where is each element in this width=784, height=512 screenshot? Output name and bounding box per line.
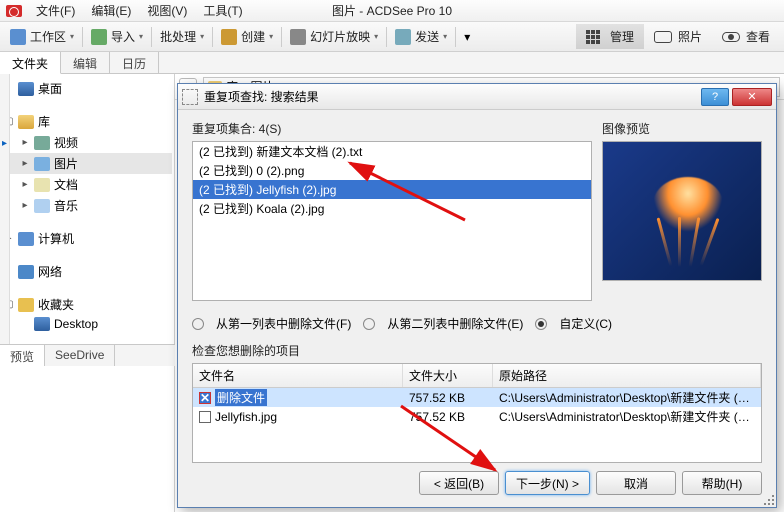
tree-desktop[interactable]: 桌面 (2, 78, 172, 99)
left-strip: ▸ (0, 74, 10, 354)
tab-calendar[interactable]: 日历 (110, 52, 159, 73)
tab-edit[interactable]: 编辑 (61, 52, 110, 73)
delete-checkbox[interactable] (199, 411, 211, 423)
camera-icon (654, 31, 672, 43)
table-header: 文件名 文件大小 原始路径 (193, 364, 761, 388)
bottom-tabs: 预览 SeeDrive (0, 344, 175, 366)
list-item[interactable]: (2 已找到) 0 (2).png (193, 161, 591, 180)
image-preview (602, 141, 762, 281)
back-button[interactable]: < 返回(B) (419, 471, 499, 495)
folder-tree-panel: 桌面 ▢库 ▸视频 ▸图片 ▸文档 ▸音乐 ▸计算机 网络 ▢收藏夹 Deskt… (0, 74, 175, 512)
dialog-icon (182, 89, 198, 105)
manage-view-button[interactable]: 管理 (576, 24, 644, 49)
help-button[interactable]: ? (701, 88, 729, 106)
tree-pictures[interactable]: ▸图片 (2, 153, 172, 174)
view-view-button[interactable]: 查看 (712, 24, 780, 49)
delete-option-radios: 从第一列表中删除文件(F) 从第二列表中删除文件(E) 自定义(C) (192, 315, 762, 332)
preview-label: 图像预览 (602, 120, 762, 137)
network-icon (18, 265, 34, 279)
current-indicator-icon: ▸ (2, 138, 8, 144)
picture-icon (34, 157, 50, 171)
window-title: 图片 - ACDSee Pro 10 (332, 2, 452, 19)
col-filename[interactable]: 文件名 (193, 364, 403, 387)
tab-seedrive[interactable]: SeeDrive (45, 345, 115, 366)
dialog-title: 重复项查找: 搜索结果 (204, 88, 319, 105)
delete-checkbox[interactable]: ✕ (199, 392, 211, 404)
desktop-icon (18, 82, 34, 96)
list-item[interactable]: (2 已找到) 新建文本文档 (2).txt (193, 142, 591, 161)
tab-folders[interactable]: 文件夹 (0, 52, 61, 74)
radio-delete-second[interactable] (363, 318, 375, 330)
app-icon (6, 5, 22, 17)
slideshow-button[interactable]: 幻灯片放映▾ (284, 26, 384, 47)
tree-videos[interactable]: ▸视频 (2, 132, 172, 153)
tree-documents[interactable]: ▸文档 (2, 174, 172, 195)
radio-delete-first[interactable] (192, 318, 204, 330)
tab-preview[interactable]: 预览 (0, 345, 45, 366)
document-icon (34, 178, 50, 192)
duplicate-finder-dialog: 重复项查找: 搜索结果 ? ✕ 重复项集合: 4(S) (2 已找到) 新建文本… (177, 83, 777, 508)
tree-computer[interactable]: ▸计算机 (2, 228, 172, 249)
check-items-label: 检查您想删除的项目 (192, 342, 762, 359)
list-item[interactable]: (2 已找到) Jellyfish (2).jpg (193, 180, 591, 199)
dialog-titlebar: 重复项查找: 搜索结果 ? ✕ (178, 84, 776, 110)
favorites-icon (18, 298, 34, 312)
duplicate-set-label: 重复项集合: 4(S) (192, 120, 592, 137)
grid-icon (586, 30, 604, 44)
tree-libraries[interactable]: ▢库 (2, 111, 172, 132)
photo-view-button[interactable]: 照片 (644, 24, 712, 49)
close-button[interactable]: ✕ (732, 88, 772, 106)
delete-items-table: 文件名 文件大小 原始路径 ✕删除文件 757.52 KB C:\Users\A… (192, 363, 762, 463)
duplicate-list[interactable]: (2 已找到) 新建文本文档 (2).txt (2 已找到) 0 (2).png… (192, 141, 592, 301)
menu-bar: 文件(F) 编辑(E) 视图(V) 工具(T) 图片 - ACDSee Pro … (0, 0, 784, 22)
resize-handle[interactable] (762, 493, 774, 505)
tree-music[interactable]: ▸音乐 (2, 195, 172, 216)
menu-edit[interactable]: 编辑(E) (83, 0, 139, 21)
computer-icon (18, 232, 34, 246)
batch-button[interactable]: 批处理▾ (154, 26, 210, 47)
col-path[interactable]: 原始路径 (493, 364, 761, 387)
menu-view[interactable]: 视图(V) (139, 0, 195, 21)
eye-icon (722, 32, 740, 42)
workspace-button[interactable]: 工作区▾ (4, 26, 80, 47)
dialog-help-button[interactable]: 帮助(H) (682, 471, 762, 495)
radio-custom[interactable] (535, 318, 547, 330)
table-row[interactable]: Jellyfish.jpg 757.52 KB C:\Users\Adminis… (193, 407, 761, 426)
tree-favorites[interactable]: ▢收藏夹 (2, 294, 172, 315)
dialog-button-row: < 返回(B) 下一步(N) > 取消 帮助(H) (419, 471, 762, 495)
table-row[interactable]: ✕删除文件 757.52 KB C:\Users\Administrator\D… (193, 388, 761, 407)
menu-tools[interactable]: 工具(T) (195, 0, 250, 21)
tree-network[interactable]: 网络 (2, 261, 172, 282)
library-icon (18, 115, 34, 129)
main-toolbar: 工作区▾ 导入▾ 批处理▾ 创建▾ 幻灯片放映▾ 发送▾ ▾ 管理 照片 查看 (0, 22, 784, 52)
col-filesize[interactable]: 文件大小 (403, 364, 493, 387)
desktop-icon (34, 317, 50, 331)
list-item[interactable]: (2 已找到) Koala (2).jpg (193, 199, 591, 218)
tree-fav-desktop[interactable]: Desktop (2, 315, 172, 333)
video-icon (34, 136, 50, 150)
import-button[interactable]: 导入▾ (85, 26, 149, 47)
sidebar-tabs: 文件夹 编辑 日历 (0, 52, 784, 74)
create-button[interactable]: 创建▾ (215, 26, 279, 47)
cancel-button[interactable]: 取消 (596, 471, 676, 495)
menu-file[interactable]: 文件(F) (28, 0, 83, 21)
music-icon (34, 199, 50, 213)
send-button[interactable]: 发送▾ (389, 26, 453, 47)
next-button[interactable]: 下一步(N) > (505, 471, 590, 495)
